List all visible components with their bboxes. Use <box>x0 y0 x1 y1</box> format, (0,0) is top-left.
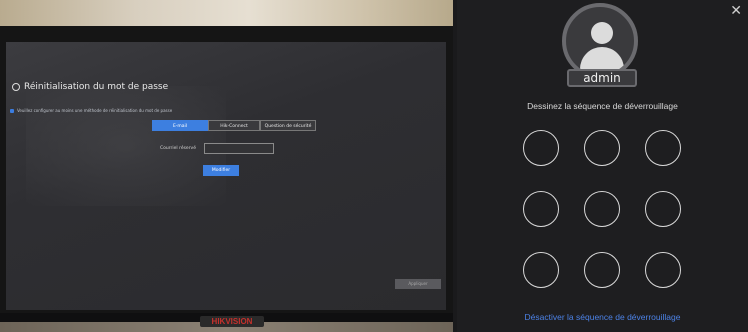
pattern-prompt: Dessinez la séquence de déverrouillage <box>527 101 678 111</box>
reset-note: Veuillez configurer au moins une méthode… <box>10 108 172 113</box>
reset-note-text: Veuillez configurer au moins une méthode… <box>17 108 173 113</box>
brand-logo: HIKVISION <box>200 316 264 327</box>
pattern-dot-5[interactable] <box>584 191 620 227</box>
info-icon <box>10 108 14 113</box>
reserved-email-input[interactable] <box>204 143 274 154</box>
pattern-dot-3[interactable] <box>645 130 681 166</box>
reserved-email-label: Courriel réservé <box>160 146 196 151</box>
username-label: admin <box>567 69 637 87</box>
tab-email[interactable]: E-mail <box>152 120 208 131</box>
unlock-panel: ✕ admin Dessinez la séquence de déverrou… <box>457 0 748 332</box>
screen-glare <box>26 86 226 206</box>
edit-button[interactable]: Modifier <box>203 165 239 176</box>
apply-button[interactable]: Appliquer <box>395 279 441 289</box>
monitor-photo: Réinitialisation du mot de passe Veuille… <box>0 0 453 332</box>
close-icon[interactable]: ✕ <box>730 4 742 18</box>
pattern-dot-2[interactable] <box>584 130 620 166</box>
tab-hik-connect[interactable]: Hik-Connect <box>208 120 260 131</box>
reset-method-tabs: E-mail Hik-Connect Question de sécurité <box>152 120 316 131</box>
reset-password-title-text: Réinitialisation du mot de passe <box>24 82 169 92</box>
pattern-dot-8[interactable] <box>584 252 620 288</box>
pattern-dot-7[interactable] <box>523 252 559 288</box>
user-avatar-icon <box>562 3 638 79</box>
pattern-dot-6[interactable] <box>645 191 681 227</box>
pattern-dot-9[interactable] <box>645 252 681 288</box>
pattern-dot-1[interactable] <box>523 130 559 166</box>
avatar-head <box>591 22 613 44</box>
settings-icon <box>12 83 20 91</box>
pattern-dot-4[interactable] <box>523 191 559 227</box>
reset-password-title: Réinitialisation du mot de passe <box>12 82 168 92</box>
tab-security-question[interactable]: Question de sécurité <box>260 120 316 131</box>
disable-pattern-link[interactable]: Désactiver la séquence de déverrouillage <box>457 312 748 322</box>
